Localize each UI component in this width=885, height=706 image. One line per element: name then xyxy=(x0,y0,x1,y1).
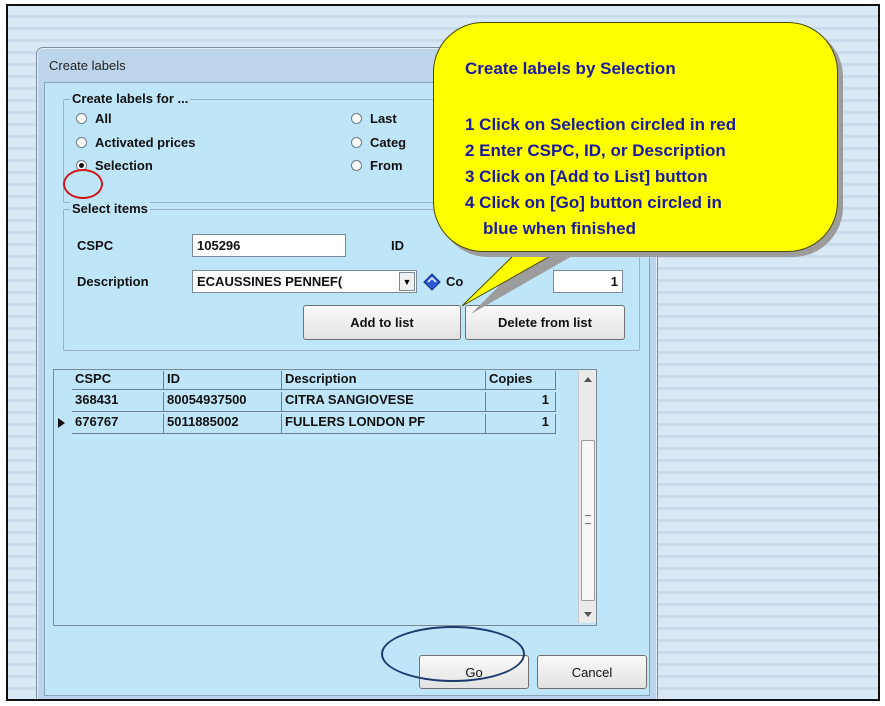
radio-all-label: All xyxy=(95,111,112,126)
grid-cell-id: 80054937500 xyxy=(164,392,282,412)
grid-cell-id: 5011885002 xyxy=(164,414,282,434)
cspc-label: CSPC xyxy=(77,238,114,253)
copies-label: Co xyxy=(446,274,464,289)
grid-cell-cspc: 368431 xyxy=(72,392,164,412)
radio-selection-label: Selection xyxy=(95,158,153,173)
radio-activated-prices[interactable]: Activated prices xyxy=(76,135,195,150)
callout-step-4: 4 Click on [Go] button circled in xyxy=(465,193,722,212)
description-label: Description xyxy=(77,274,149,289)
callout-step-3: 3 Click on [Add to List] button xyxy=(465,167,708,186)
grid-cell-copies: 1 xyxy=(486,392,556,412)
scroll-down-arrow-icon[interactable] xyxy=(584,612,592,617)
radio-last[interactable]: Last xyxy=(351,111,397,126)
grid-cell-copies: 1 xyxy=(486,414,556,434)
radio-from[interactable]: From xyxy=(351,158,403,173)
grid-cell-cspc: 676767 xyxy=(72,414,164,434)
grid-header-description[interactable]: Description xyxy=(282,371,486,390)
radio-categ-label: Categ xyxy=(370,135,407,150)
selection-highlight-circle xyxy=(63,169,103,199)
add-to-list-button[interactable]: Add to list xyxy=(303,305,461,340)
scroll-thumb[interactable] xyxy=(581,440,595,601)
items-grid[interactable]: CSPC ID Description Copies 368431 800549… xyxy=(53,369,597,626)
chevron-down-icon[interactable]: ▼ xyxy=(399,272,415,291)
grid-header-row: CSPC ID Description Copies xyxy=(54,370,578,390)
radio-categ-circle[interactable] xyxy=(351,137,362,148)
radio-categ[interactable]: Categ xyxy=(351,135,406,150)
cancel-button[interactable]: Cancel xyxy=(537,655,647,689)
radio-last-label: Last xyxy=(370,111,397,126)
grid-cell-description: CITRA SANGIOVESE xyxy=(282,392,486,412)
current-row-indicator-icon xyxy=(58,418,65,428)
grid-header-copies[interactable]: Copies xyxy=(486,371,556,390)
grid-header-id[interactable]: ID xyxy=(164,371,282,390)
screenshot-frame: Create labels Create labels for ... All … xyxy=(6,4,880,701)
copies-input[interactable]: 1 xyxy=(553,270,623,293)
delete-from-list-button[interactable]: Delete from list xyxy=(465,305,625,340)
radio-from-circle[interactable] xyxy=(351,160,362,171)
radio-activated-prices-label: Activated prices xyxy=(95,135,196,150)
callout-balloon: Create labels by Selection 1 Click on Se… xyxy=(433,22,838,252)
grid-header-cspc[interactable]: CSPC xyxy=(72,371,164,390)
callout-step-2: 2 Enter CSPC, ID, or Description xyxy=(465,141,726,160)
dialog-title: Create labels xyxy=(49,58,126,73)
callout-step-4-continued: blue when finished xyxy=(483,219,637,238)
description-combobox[interactable]: ECAUSSINES PENNEF( xyxy=(192,270,417,293)
grid-vertical-scrollbar[interactable] xyxy=(578,370,596,623)
radio-all-circle[interactable] xyxy=(76,113,87,124)
create-labels-for-legend: Create labels for ... xyxy=(70,91,191,106)
select-items-legend: Select items xyxy=(70,201,150,216)
id-label: ID xyxy=(391,238,404,253)
go-highlight-ellipse xyxy=(381,626,525,682)
table-row[interactable]: 676767 5011885002 FULLERS LONDON PF 1 xyxy=(54,412,578,434)
table-row[interactable]: 368431 80054937500 CITRA SANGIOVESE 1 xyxy=(54,390,578,412)
radio-last-circle[interactable] xyxy=(351,113,362,124)
callout-step-1: 1 Click on Selection circled in red xyxy=(465,115,737,134)
radio-activated-prices-circle[interactable] xyxy=(76,137,87,148)
callout-title: Create labels by Selection xyxy=(465,59,676,78)
radio-all[interactable]: All xyxy=(76,111,112,126)
cspc-input[interactable]: 105296 xyxy=(192,234,346,257)
radio-from-label: From xyxy=(370,158,403,173)
grid-cell-description: FULLERS LONDON PF xyxy=(282,414,486,434)
eraser-icon[interactable] xyxy=(423,273,441,291)
grip-icon xyxy=(585,515,591,524)
scroll-up-arrow-icon[interactable] xyxy=(584,377,592,382)
